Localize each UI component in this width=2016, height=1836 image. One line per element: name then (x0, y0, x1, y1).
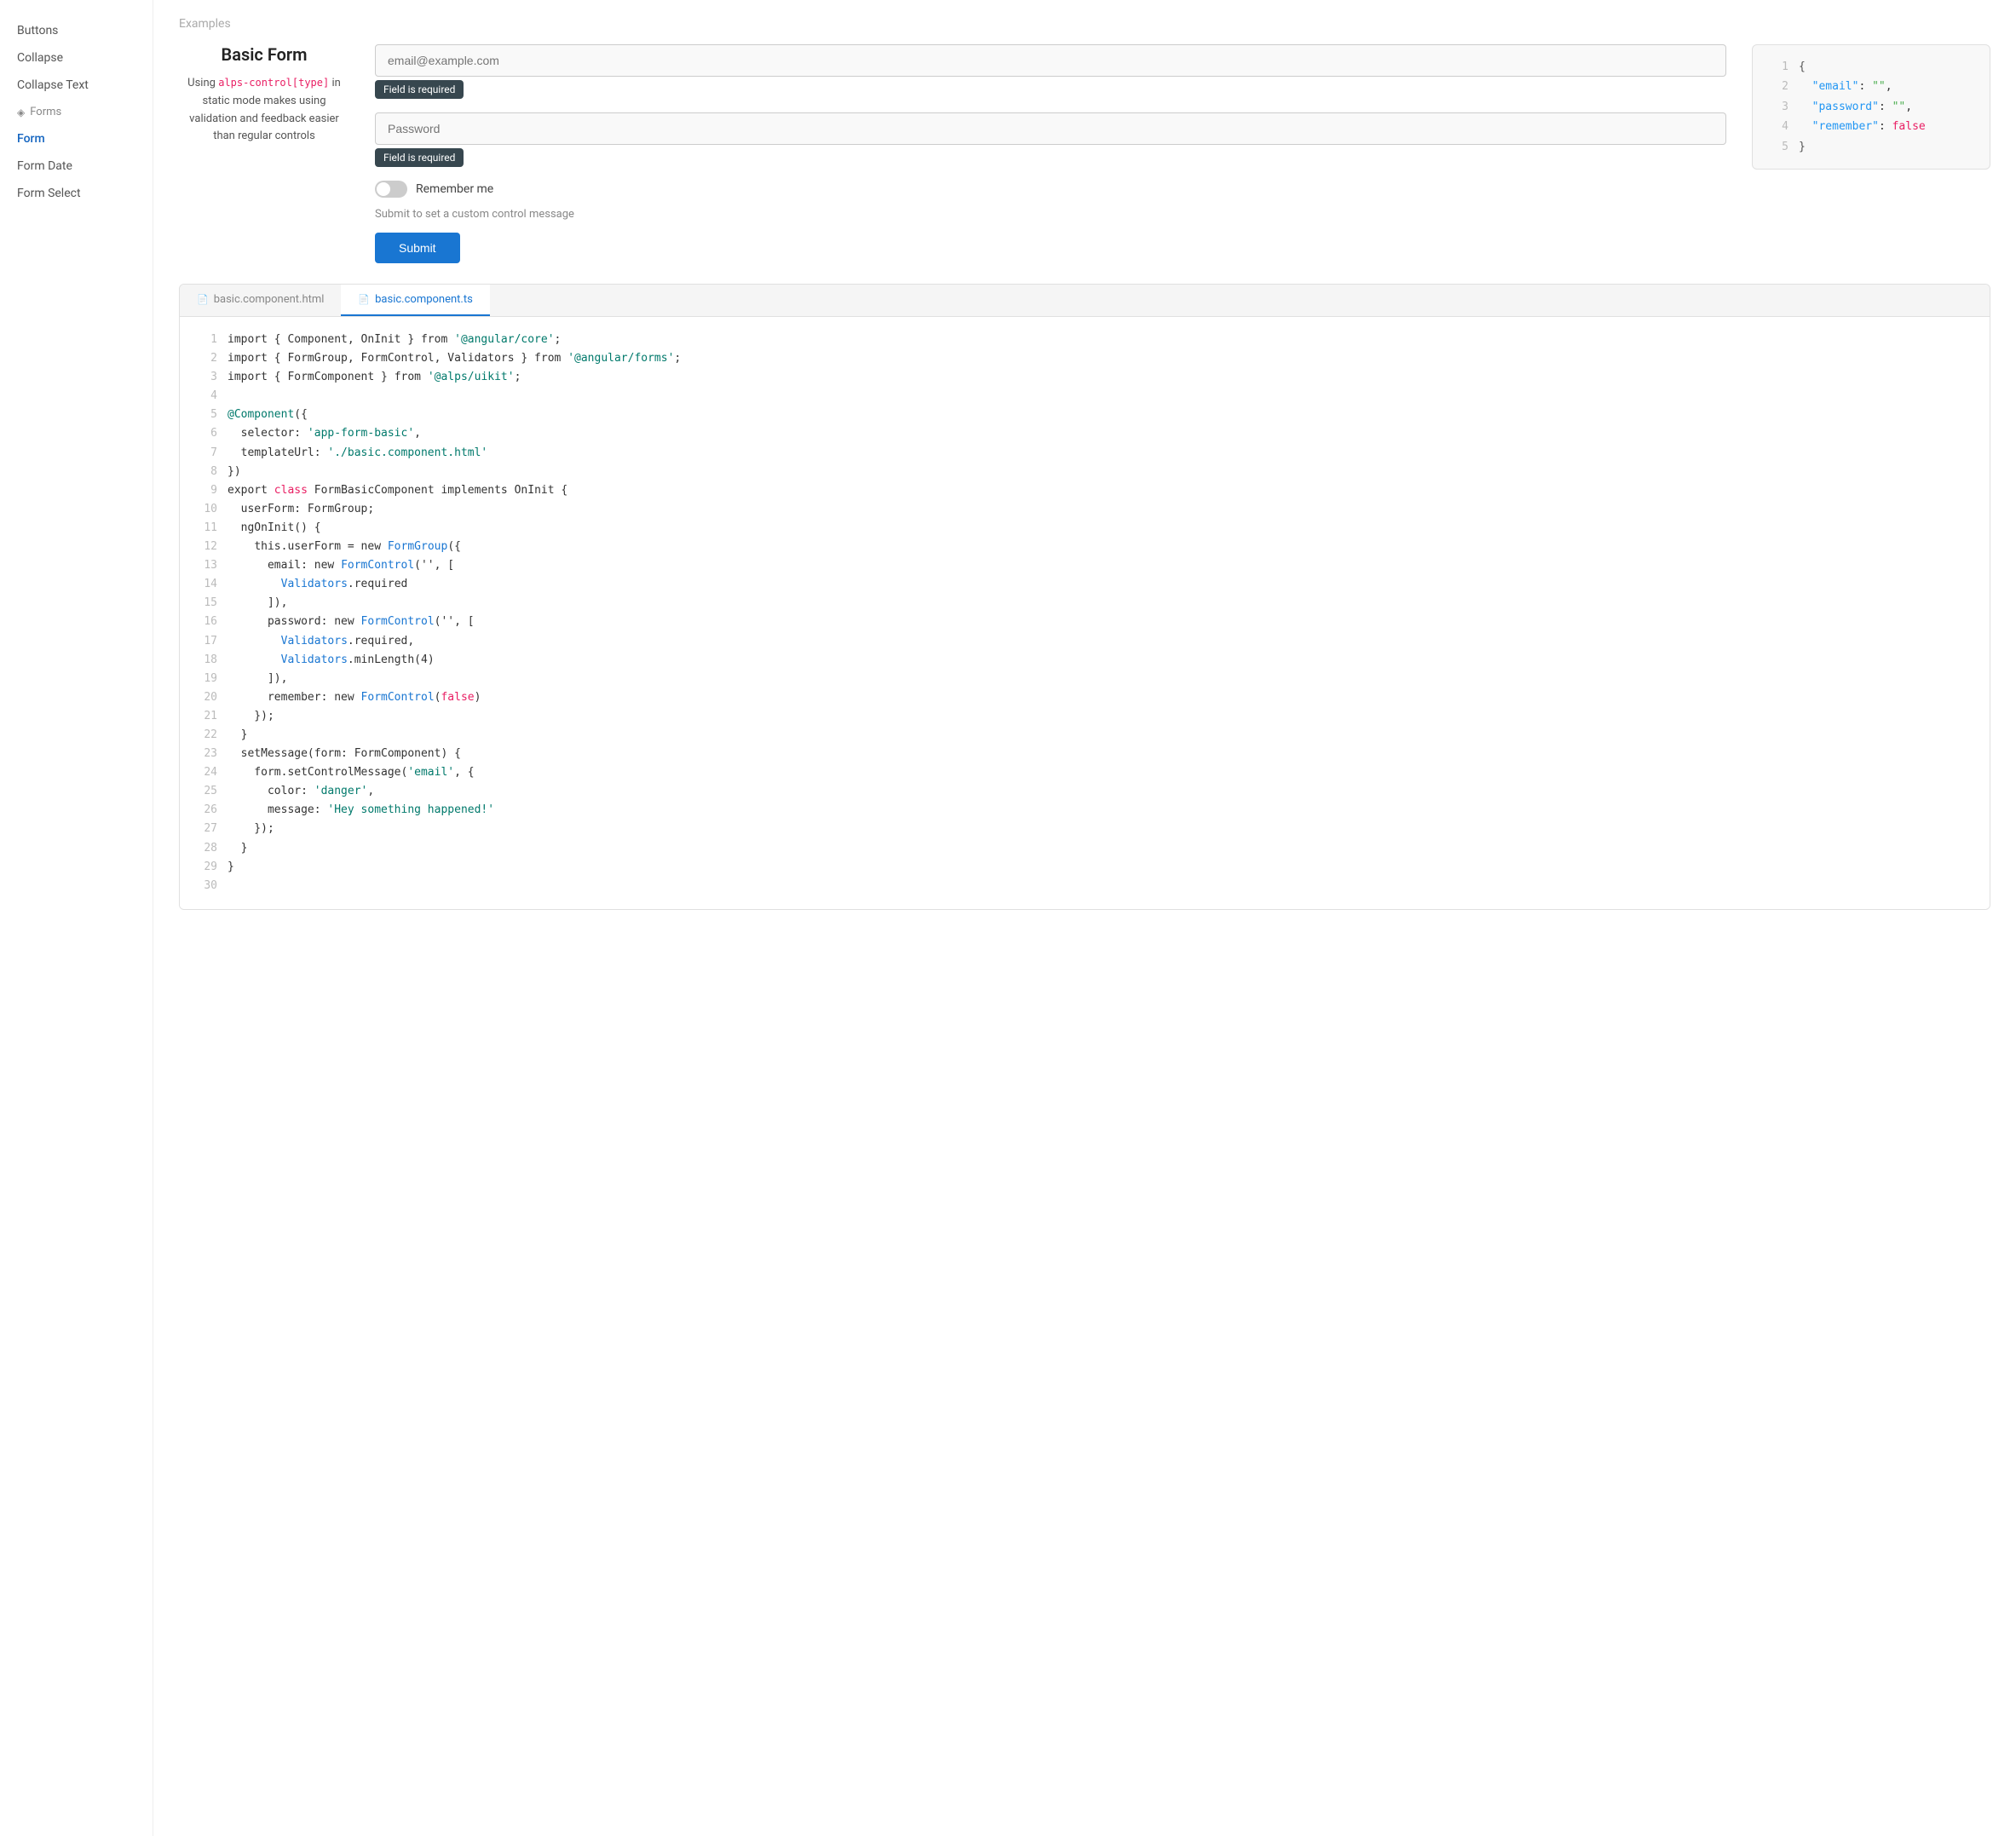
code-line-26: 26 message: 'Hey something happened!' (197, 801, 1973, 820)
main-content: Examples Basic Form Using alps-control[t… (153, 0, 2016, 1836)
code-line-20: 20 remember: new FormControl(false) (197, 688, 1973, 707)
submit-hint: Submit to set a custom control message (375, 208, 1726, 221)
json-line-3: 3 "password": "", (1768, 97, 1974, 117)
code-line-3: 3 import { FormComponent } from '@alps/u… (197, 368, 1973, 387)
code-line-16: 16 password: new FormControl('', [ (197, 613, 1973, 631)
sidebar: Buttons Collapse Collapse Text ◈ Forms F… (0, 0, 153, 1836)
code-line-1: 1 import { Component, OnInit } from '@an… (197, 331, 1973, 349)
remember-row: Remember me (375, 181, 1726, 198)
password-group: Field is required (375, 112, 1726, 167)
code-line-15: 15 ]), (197, 594, 1973, 613)
password-error-badge: Field is required (375, 148, 464, 167)
code-line-27: 27 }); (197, 820, 1973, 838)
tab-ts[interactable]: 📄 basic.component.ts (341, 285, 489, 316)
code-line-17: 17 Validators.required, (197, 632, 1973, 651)
sidebar-item-form[interactable]: Form (0, 125, 153, 153)
email-error-badge: Field is required (375, 80, 464, 99)
examples-label: Examples (179, 17, 1990, 31)
code-line-21: 21 }); (197, 707, 1973, 726)
submit-button[interactable]: Submit (375, 233, 460, 263)
json-line-2: 2 "email": "", (1768, 77, 1974, 96)
remember-label: Remember me (416, 182, 493, 196)
code-line-4: 4 (197, 387, 1973, 406)
code-line-30: 30 (197, 877, 1973, 895)
code-line-5: 5 @Component({ (197, 406, 1973, 424)
code-section: 📄 basic.component.html 📄 basic.component… (179, 284, 1990, 910)
tab-html[interactable]: 📄 basic.component.html (180, 285, 341, 316)
forms-icon: ◈ (17, 106, 25, 118)
code-body: 1 import { Component, OnInit } from '@an… (180, 317, 1990, 909)
password-input[interactable] (375, 112, 1726, 145)
code-line-8: 8 }) (197, 463, 1973, 481)
code-line-24: 24 form.setControlMessage('email', { (197, 763, 1973, 782)
content-area: Basic Form Using alps-control[type] in s… (179, 44, 1990, 263)
remember-toggle[interactable] (375, 181, 407, 198)
json-line-5: 5 } (1768, 137, 1974, 157)
code-line-29: 29 } (197, 858, 1973, 877)
email-input[interactable] (375, 44, 1726, 77)
code-line-2: 2 import { FormGroup, FormControl, Valid… (197, 349, 1973, 368)
code-tabs: 📄 basic.component.html 📄 basic.component… (180, 285, 1990, 317)
ts-file-icon: 📄 (358, 294, 370, 305)
sidebar-item-buttons[interactable]: Buttons (0, 17, 153, 44)
code-line-13: 13 email: new FormControl('', [ (197, 556, 1973, 575)
code-line-23: 23 setMessage(form: FormComponent) { (197, 745, 1973, 763)
code-line-19: 19 ]), (197, 670, 1973, 688)
json-line-1: 1 { (1768, 57, 1974, 77)
sidebar-item-collapse-text[interactable]: Collapse Text (0, 72, 153, 99)
sidebar-item-form-select[interactable]: Form Select (0, 180, 153, 207)
sidebar-section-forms: ◈ Forms (0, 99, 153, 125)
code-line-9: 9 export class FormBasicComponent implem… (197, 481, 1973, 500)
email-group: Field is required (375, 44, 1726, 99)
left-panel: Basic Form Using alps-control[type] in s… (179, 44, 349, 146)
code-line-25: 25 color: 'danger', (197, 782, 1973, 801)
form-title: Basic Form (179, 44, 349, 65)
json-panel: 1 { 2 "email": "", 3 "password": "", 4 "… (1752, 44, 1990, 170)
code-line-6: 6 selector: 'app-form-basic', (197, 424, 1973, 443)
sidebar-item-collapse[interactable]: Collapse (0, 44, 153, 72)
html-file-icon: 📄 (197, 294, 209, 305)
form-area: Field is required Field is required Reme… (375, 44, 1726, 263)
code-line-14: 14 Validators.required (197, 575, 1973, 594)
sidebar-item-form-date[interactable]: Form Date (0, 153, 153, 180)
code-line-22: 22 } (197, 726, 1973, 745)
form-description: Using alps-control[type] in static mode … (179, 75, 349, 146)
code-line-28: 28 } (197, 839, 1973, 858)
json-line-4: 4 "remember": false (1768, 117, 1974, 136)
code-line-11: 11 ngOnInit() { (197, 519, 1973, 538)
code-line-12: 12 this.userForm = new FormGroup({ (197, 538, 1973, 556)
code-line-18: 18 Validators.minLength(4) (197, 651, 1973, 670)
code-line-7: 7 templateUrl: './basic.component.html' (197, 444, 1973, 463)
code-highlight: alps-control[type] (218, 77, 329, 89)
code-line-10: 10 userForm: FormGroup; (197, 500, 1973, 519)
